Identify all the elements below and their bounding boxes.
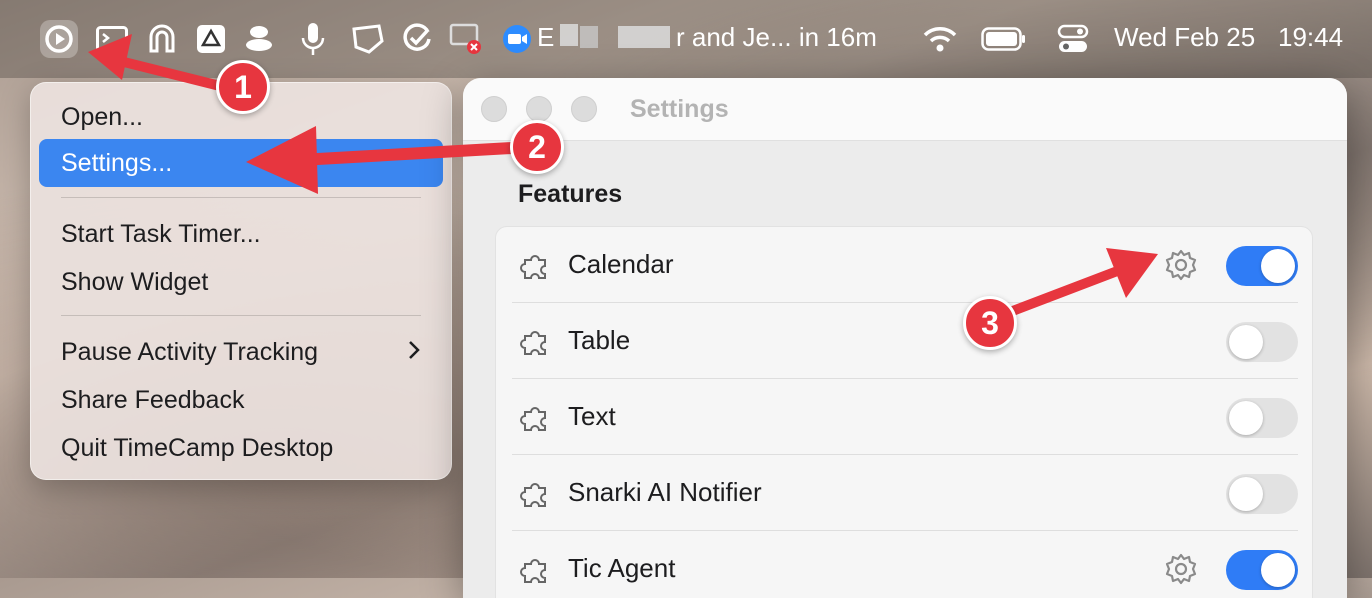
gear-icon[interactable]: [1164, 552, 1198, 586]
redacted-block: [580, 26, 598, 48]
menubar-time[interactable]: 19:44: [1278, 22, 1343, 53]
toggle-knob: [1261, 249, 1295, 283]
timecamp-menu: Open... Settings... Start Task Timer... …: [30, 82, 452, 480]
checkmark-icon[interactable]: [398, 20, 436, 58]
redacted-block: [560, 24, 578, 46]
feature-label: Tic Agent: [568, 553, 676, 583]
timecamp-icon[interactable]: [40, 20, 78, 58]
feature-row-snarki-ai-notifier: Snarki AI Notifier: [496, 455, 1314, 531]
meeting-text[interactable]: r and Je... in 16m: [676, 22, 877, 53]
microphone-icon[interactable]: [294, 20, 332, 58]
menu-item-label: Pause Activity Tracking: [61, 337, 319, 366]
toggle-knob: [1261, 553, 1295, 587]
menu-separator: [61, 197, 421, 198]
feature-label: Calendar: [568, 249, 674, 279]
menu-item-quit[interactable]: Quit TimeCamp Desktop: [39, 424, 443, 472]
feature-label: Text: [568, 401, 616, 431]
annotation-badge-3: 3: [963, 296, 1017, 350]
window-title: Settings: [630, 95, 729, 123]
battery-icon[interactable]: [980, 20, 1028, 58]
screenshot-icon[interactable]: [349, 20, 387, 58]
close-button[interactable]: [481, 96, 507, 122]
feature-toggle-tic-agent[interactable]: [1226, 550, 1298, 590]
magnet-icon[interactable]: [143, 20, 181, 58]
menu-separator: [61, 315, 421, 316]
drive-icon[interactable]: [192, 20, 230, 58]
feature-label: Table: [568, 325, 631, 355]
chevron-right-icon: [407, 337, 421, 368]
annotation-badge-1: 1: [216, 60, 270, 114]
section-title: Features: [518, 180, 623, 208]
toggle-knob: [1229, 401, 1263, 435]
features-list: Calendar Table Text Snarki AI Notifier T…: [495, 226, 1313, 598]
puzzle-icon: [520, 407, 546, 431]
meeting-text-prefix: E: [537, 22, 555, 52]
feature-toggle-text[interactable]: [1226, 398, 1298, 438]
puzzle-icon: [520, 483, 546, 507]
annotation-badge-2: 2: [510, 120, 564, 174]
feature-row-table: Table: [496, 303, 1314, 379]
screen-record-icon[interactable]: [448, 20, 486, 58]
menubar-date[interactable]: Wed Feb 25: [1114, 22, 1255, 53]
menu-item-show-widget[interactable]: Show Widget: [39, 258, 443, 306]
wifi-icon[interactable]: [921, 20, 959, 58]
feature-toggle-table[interactable]: [1226, 322, 1298, 362]
feature-row-calendar: Calendar: [496, 227, 1314, 303]
feature-row-text: Text: [496, 379, 1314, 455]
feature-label: Snarki AI Notifier: [568, 477, 762, 507]
feature-row-tic-agent: Tic Agent: [496, 531, 1314, 598]
puzzle-icon: [520, 331, 546, 355]
stack-icon[interactable]: [240, 20, 278, 58]
toggle-knob: [1229, 325, 1263, 359]
menu-item-share-feedback[interactable]: Share Feedback: [39, 376, 443, 424]
menu-bar: E r and Je... in 16m Wed Feb 25 19:44: [0, 0, 1372, 78]
window-titlebar: Settings: [463, 78, 1347, 141]
minimize-button[interactable]: [526, 96, 552, 122]
zoom-icon[interactable]: [498, 20, 536, 58]
menu-item-pause-activity-tracking[interactable]: Pause Activity Tracking: [39, 328, 443, 376]
settings-window: Settings Features Calendar Table Text Sn…: [463, 78, 1347, 598]
redacted-block: [618, 26, 670, 48]
menu-item-start-task-timer[interactable]: Start Task Timer...: [39, 210, 443, 258]
puzzle-icon: [520, 255, 546, 279]
gear-icon[interactable]: [1164, 248, 1198, 282]
feature-toggle-calendar[interactable]: [1226, 246, 1298, 286]
toggle-knob: [1229, 477, 1263, 511]
control-center-icon[interactable]: [1054, 20, 1092, 58]
menu-item-settings[interactable]: Settings...: [39, 139, 443, 187]
feature-toggle-snarki-ai-notifier[interactable]: [1226, 474, 1298, 514]
zoom-button[interactable]: [571, 96, 597, 122]
terminal-icon[interactable]: [93, 20, 131, 58]
puzzle-icon: [520, 559, 546, 583]
